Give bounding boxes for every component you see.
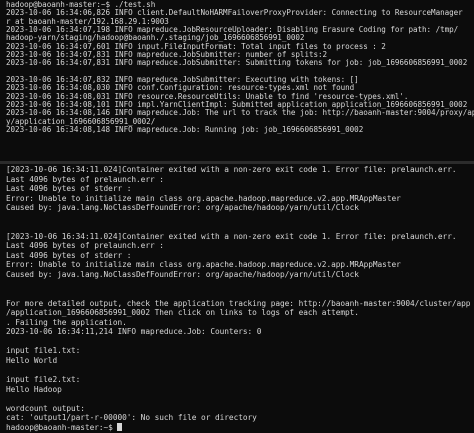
terminal-line: Caused by: java.lang.NoClassDefFoundErro… xyxy=(6,203,359,213)
terminal-line: Last 4096 bytes of stderr : xyxy=(6,250,132,260)
terminal-line: Last 4096 bytes of stderr : xyxy=(6,184,132,194)
terminal-line: [2023-10-06 16:34:11.024]Container exite… xyxy=(6,231,457,241)
terminal-line: [2023-10-06 16:34:11.024]Container exite… xyxy=(6,165,457,174)
terminal-line: cat: 'output1/part-r-00000': No such fil… xyxy=(6,413,257,423)
terminal-line: Error: Unable to initialize main class o… xyxy=(6,193,401,203)
terminal-pane-bottom[interactable]: [2023-10-06 16:34:11.024]Container exite… xyxy=(0,164,474,433)
terminal-output-top: hadoop@baoanh-master:~$ ./test.sh 2023-10… xyxy=(0,0,474,135)
terminal-line: input file2.txt: xyxy=(6,375,81,385)
terminal-line: 2023-10-06 16:34:08,148 INFO mapreduce.J… xyxy=(6,125,364,135)
terminal-line: /application_1696606856991_0002 Then cli… xyxy=(6,308,359,318)
terminal-line: Error: Unable to initialize main class o… xyxy=(6,260,401,270)
terminal-line: Hello Hadoop xyxy=(6,384,62,394)
cursor xyxy=(117,422,123,431)
terminal-line: Last 4096 bytes of prelaunch.err : xyxy=(6,241,164,251)
terminal-line: wordcount output: xyxy=(6,403,85,413)
terminal-line: Last 4096 bytes of prelaunch.err : xyxy=(6,174,164,184)
terminal-pane-top[interactable]: hadoop@baoanh-master:~$ ./test.sh 2023-10… xyxy=(0,0,474,161)
terminal-line: Hello World xyxy=(6,355,58,365)
terminal-output-bottom: [2023-10-06 16:34:11.024]Container exite… xyxy=(0,164,474,432)
terminal-line: input file1.txt: xyxy=(6,346,81,356)
terminal-line: Caused by: java.lang.NoClassDefFoundErro… xyxy=(6,270,359,280)
terminal-line: 2023-10-06 16:34:11,214 INFO mapreduce.J… xyxy=(6,327,262,337)
terminal-line: 2023-10-06 16:34:07,831 INFO mapreduce.J… xyxy=(6,58,468,68)
terminal-line: . Failing the application. xyxy=(6,317,127,327)
terminal-line: For more detailed output, check the appl… xyxy=(6,298,471,308)
terminal-line: hadoop@baoanh-master:~$ xyxy=(6,422,471,433)
